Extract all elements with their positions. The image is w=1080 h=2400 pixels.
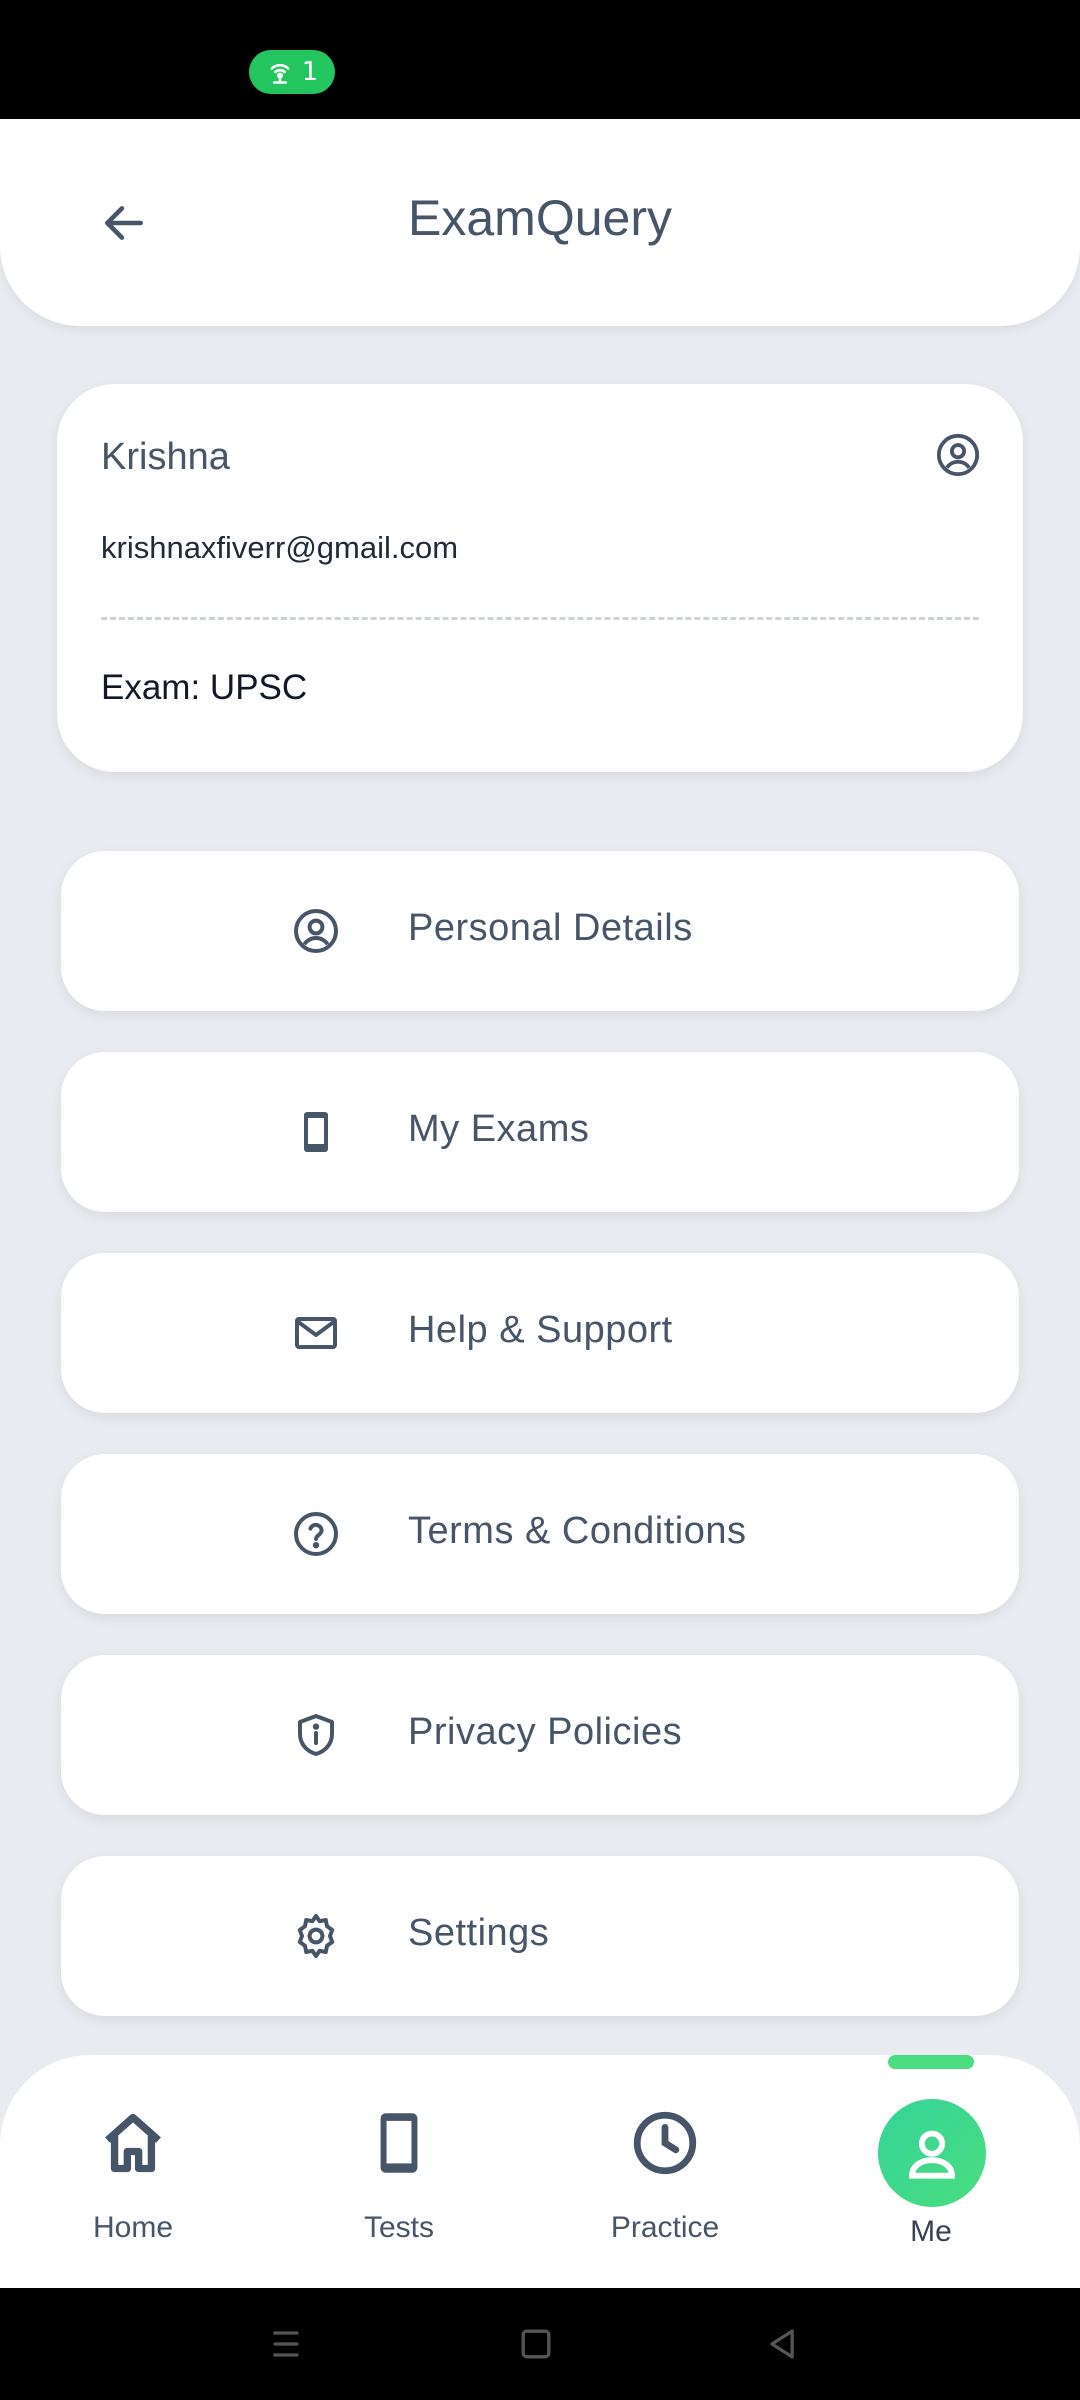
profile-name: Krishna <box>101 436 230 478</box>
system-nav-bar <box>0 2288 1080 2400</box>
menu-item-label: My Exams <box>408 1108 590 1150</box>
back-triangle-icon[interactable] <box>761 2322 805 2366</box>
home-square-icon[interactable] <box>514 2322 558 2366</box>
divider <box>101 617 979 620</box>
menu-icon[interactable] <box>264 2322 308 2366</box>
user-circle-icon <box>294 909 338 953</box>
page-title: ExamQuery <box>408 190 672 246</box>
nav-label: Home <box>92 2211 174 2244</box>
nav-item-home[interactable]: Home <box>23 2055 243 2288</box>
smartphone-icon <box>380 2113 418 2173</box>
nav-label: Me <box>910 2215 952 2248</box>
home-icon <box>105 2113 161 2173</box>
hotspot-icon <box>270 63 290 84</box>
menu-item-help-support[interactable]: Help & Support <box>61 1253 1019 1413</box>
menu-item-personal-details[interactable]: Personal Details <box>61 851 1019 1011</box>
menu-item-my-exams[interactable]: My Exams <box>61 1052 1019 1212</box>
smartphone-icon <box>304 1112 328 1152</box>
menu-item-label: Help & Support <box>408 1309 673 1351</box>
app-header: ExamQuery <box>0 119 1080 326</box>
nav-label: Tests <box>363 2211 435 2244</box>
status-bar: 1 <box>0 0 1080 119</box>
profile-card: Krishna krishnaxfiverr@gmail.com Exam: U… <box>57 384 1023 772</box>
user-circle-icon <box>936 433 980 477</box>
menu-item-label: Privacy Policies <box>408 1711 683 1753</box>
profile-email: krishnaxfiverr@gmail.com <box>101 530 459 565</box>
nav-item-me[interactable]: Me <box>821 2055 1041 2288</box>
user-icon <box>909 2130 955 2179</box>
clock-icon <box>633 2111 697 2175</box>
menu-item-privacy-policies[interactable]: Privacy Policies <box>61 1655 1019 1815</box>
shield-info-icon <box>298 1714 334 1756</box>
gear-icon <box>297 1914 335 1958</box>
menu-item-settings[interactable]: Settings <box>61 1856 1019 2016</box>
hotspot-indicator: 1 <box>249 50 335 94</box>
menu-item-label: Settings <box>408 1912 550 1954</box>
menu-item-terms-conditions[interactable]: Terms & Conditions <box>61 1454 1019 1614</box>
profile-exam: Exam: UPSC <box>101 668 308 707</box>
nav-item-tests[interactable]: Tests <box>289 2055 509 2288</box>
bottom-nav: Home Tests Practice Me <box>0 2055 1080 2288</box>
mail-icon <box>295 1317 337 1349</box>
nav-label: Practice <box>610 2211 720 2244</box>
nav-active-circle <box>878 2099 986 2207</box>
hotspot-count: 1 <box>301 57 319 87</box>
help-circle-icon <box>294 1512 338 1556</box>
nav-active-indicator <box>888 2055 974 2069</box>
menu-item-label: Personal Details <box>408 907 693 949</box>
menu-item-label: Terms & Conditions <box>408 1510 747 1552</box>
nav-item-practice[interactable]: Practice <box>555 2055 775 2288</box>
